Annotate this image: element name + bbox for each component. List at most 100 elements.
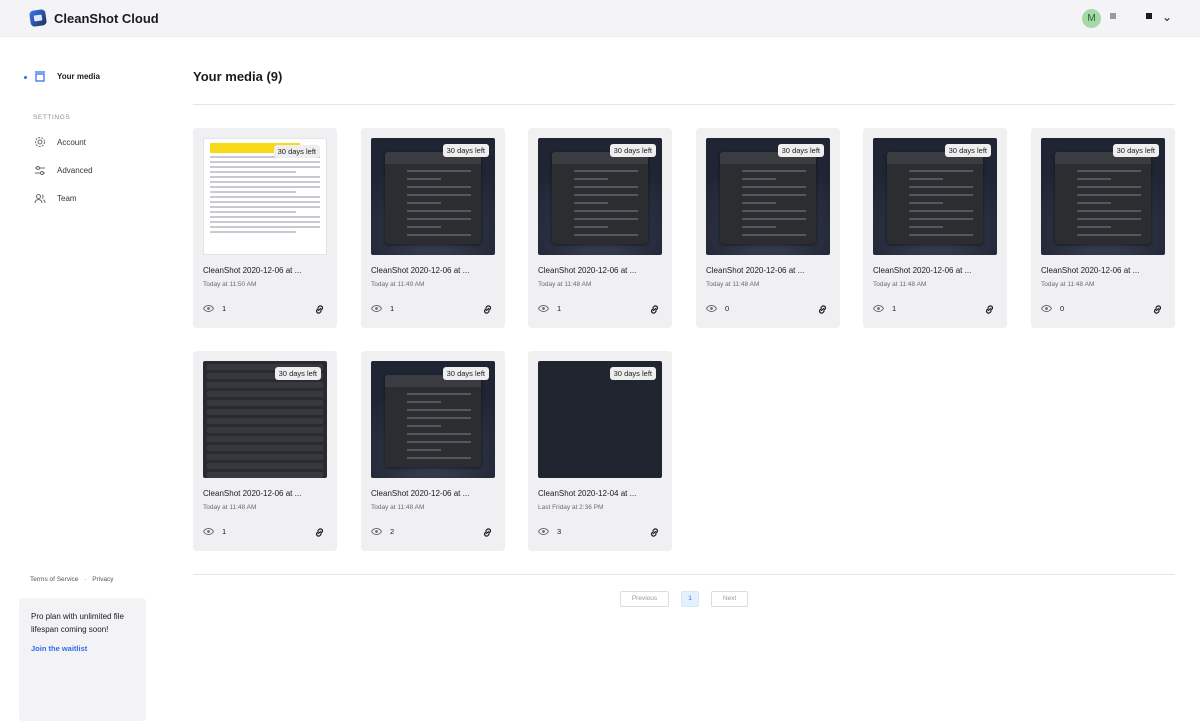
eye-icon: [706, 305, 717, 312]
view-count-value: 1: [222, 304, 227, 313]
expiry-badge: 30 days left: [442, 144, 489, 157]
sidebar-item-label: Your media: [57, 71, 100, 81]
media-name[interactable]: CleanShot 2020-12-06 at ...: [873, 266, 998, 275]
media-card[interactable]: 30 days left CleanShot 2020-12-04 at ... L…: [528, 351, 672, 551]
avatar[interactable]: M: [1082, 9, 1101, 28]
media-thumbnail[interactable]: 30 days left: [538, 361, 662, 478]
view-count: 1: [538, 304, 561, 313]
copy-link-icon[interactable]: [817, 302, 828, 320]
expiry-badge: 30 days left: [944, 144, 991, 157]
media-thumbnail[interactable]: 30 days left: [371, 138, 495, 255]
media-card[interactable]: 30 days left CleanShot 2020-12-06 at ... T…: [193, 128, 337, 328]
copy-link-icon[interactable]: [314, 525, 325, 543]
copy-link-icon[interactable]: [984, 302, 995, 320]
media-name[interactable]: CleanShot 2020-12-06 at ...: [203, 266, 328, 275]
sidebar-item-label: Account: [57, 137, 86, 147]
view-count-value: 1: [390, 304, 395, 313]
cleanshot-logo-icon[interactable]: [28, 8, 48, 28]
title-divider: [193, 104, 1175, 105]
eye-icon: [203, 528, 214, 535]
media-name[interactable]: CleanShot 2020-12-06 at ...: [706, 266, 831, 275]
eye-icon: [873, 305, 884, 312]
footer-links: Terms of Service · Privacy: [30, 576, 114, 583]
screenshot-preview: [385, 375, 481, 467]
view-count: 1: [203, 527, 226, 536]
media-card[interactable]: 30 days left CleanShot 2020-12-06 at ... T…: [361, 351, 505, 551]
media-thumbnail[interactable]: 30 days left: [203, 361, 327, 478]
copy-link-icon[interactable]: [1152, 302, 1163, 320]
view-count-value: 0: [725, 304, 730, 313]
next-button[interactable]: Next: [711, 591, 748, 607]
media-card[interactable]: 30 days left CleanShot 2020-12-06 at ... T…: [696, 128, 840, 328]
media-thumbnail[interactable]: 30 days left: [1041, 138, 1165, 255]
view-count-value: 1: [557, 304, 562, 313]
user-menu-icon[interactable]: [1146, 13, 1152, 19]
app-title[interactable]: CleanShot Cloud: [54, 11, 159, 26]
expiry-badge: 30 days left: [777, 144, 824, 157]
active-indicator: [24, 76, 27, 79]
view-count: 2: [371, 527, 394, 536]
chevron-down-icon[interactable]: ⌄: [1162, 10, 1172, 24]
view-count-value: 0: [1060, 304, 1065, 313]
media-thumbnail[interactable]: 30 days left: [203, 138, 327, 255]
media-card[interactable]: 30 days left CleanShot 2020-12-06 at ... T…: [193, 351, 337, 551]
screenshot-preview: [887, 152, 983, 244]
sidebar-item-team[interactable]: Team: [33, 192, 77, 204]
view-count: 3: [538, 527, 561, 536]
media-card[interactable]: 30 days left CleanShot 2020-12-06 at ... T…: [863, 128, 1007, 328]
media-date: Today at 11:50 AM: [203, 281, 257, 288]
eye-icon: [1041, 305, 1052, 312]
media-thumbnail[interactable]: 30 days left: [371, 361, 495, 478]
media-name[interactable]: CleanShot 2020-12-06 at ...: [203, 489, 328, 498]
copy-link-icon[interactable]: [649, 525, 660, 543]
media-card[interactable]: 30 days left CleanShot 2020-12-06 at ... T…: [1031, 128, 1175, 328]
view-count-value: 2: [390, 527, 395, 536]
previous-button[interactable]: Previous: [620, 591, 669, 607]
page-1-button[interactable]: 1: [681, 591, 699, 607]
media-name[interactable]: CleanShot 2020-12-06 at ...: [1041, 266, 1166, 275]
promo-box: Pro plan with unlimited file lifespan co…: [19, 598, 146, 721]
sidebar-item-account[interactable]: Account: [33, 136, 86, 148]
view-count-value: 1: [222, 527, 227, 536]
eye-icon: [538, 528, 549, 535]
copy-link-icon[interactable]: [649, 302, 660, 320]
media-card[interactable]: 30 days left CleanShot 2020-12-06 at ... T…: [361, 128, 505, 328]
sidebar-item-advanced[interactable]: Advanced: [33, 164, 93, 176]
screenshot-preview: [1055, 152, 1151, 244]
view-count-value: 1: [892, 304, 897, 313]
media-card[interactable]: 30 days left CleanShot 2020-12-06 at ... T…: [528, 128, 672, 328]
media-name[interactable]: CleanShot 2020-12-04 at ...: [538, 489, 663, 498]
sliders-icon: [33, 164, 47, 176]
privacy-link[interactable]: Privacy: [92, 576, 113, 583]
sidebar-item-label: Advanced: [57, 165, 93, 175]
sidebar-item-label: Team: [57, 193, 77, 203]
media-thumbnail[interactable]: 30 days left: [873, 138, 997, 255]
copy-link-icon[interactable]: [482, 302, 493, 320]
eye-icon: [203, 305, 214, 312]
eye-icon: [371, 305, 382, 312]
media-date: Today at 11:48 AM: [203, 504, 257, 511]
expiry-badge: 30 days left: [442, 367, 489, 380]
copy-link-icon[interactable]: [482, 525, 493, 543]
page-title: Your media (9): [193, 69, 283, 84]
team-icon: [33, 192, 47, 204]
gear-icon: [33, 136, 47, 148]
media-icon: [33, 70, 47, 82]
grid-divider: [193, 574, 1175, 575]
terms-link[interactable]: Terms of Service: [30, 576, 78, 583]
copy-link-icon[interactable]: [314, 302, 325, 320]
media-name[interactable]: CleanShot 2020-12-06 at ...: [538, 266, 663, 275]
media-name[interactable]: CleanShot 2020-12-06 at ...: [371, 266, 496, 275]
expiry-badge: 30 days left: [609, 144, 656, 157]
media-date: Today at 11:48 AM: [371, 504, 425, 511]
media-date: Last Friday at 2:36 PM: [538, 504, 604, 511]
media-name[interactable]: CleanShot 2020-12-06 at ...: [371, 489, 496, 498]
media-date: Today at 11:49 AM: [371, 281, 425, 288]
sidebar-item-your-media[interactable]: Your media: [33, 70, 100, 82]
notification-icon[interactable]: [1110, 13, 1116, 19]
footer-separator: ·: [84, 576, 87, 583]
media-thumbnail[interactable]: 30 days left: [538, 138, 662, 255]
top-bar: CleanShot Cloud M ⌄: [0, 0, 1200, 37]
join-waitlist-link[interactable]: Join the waitlist: [31, 644, 134, 653]
media-thumbnail[interactable]: 30 days left: [706, 138, 830, 255]
